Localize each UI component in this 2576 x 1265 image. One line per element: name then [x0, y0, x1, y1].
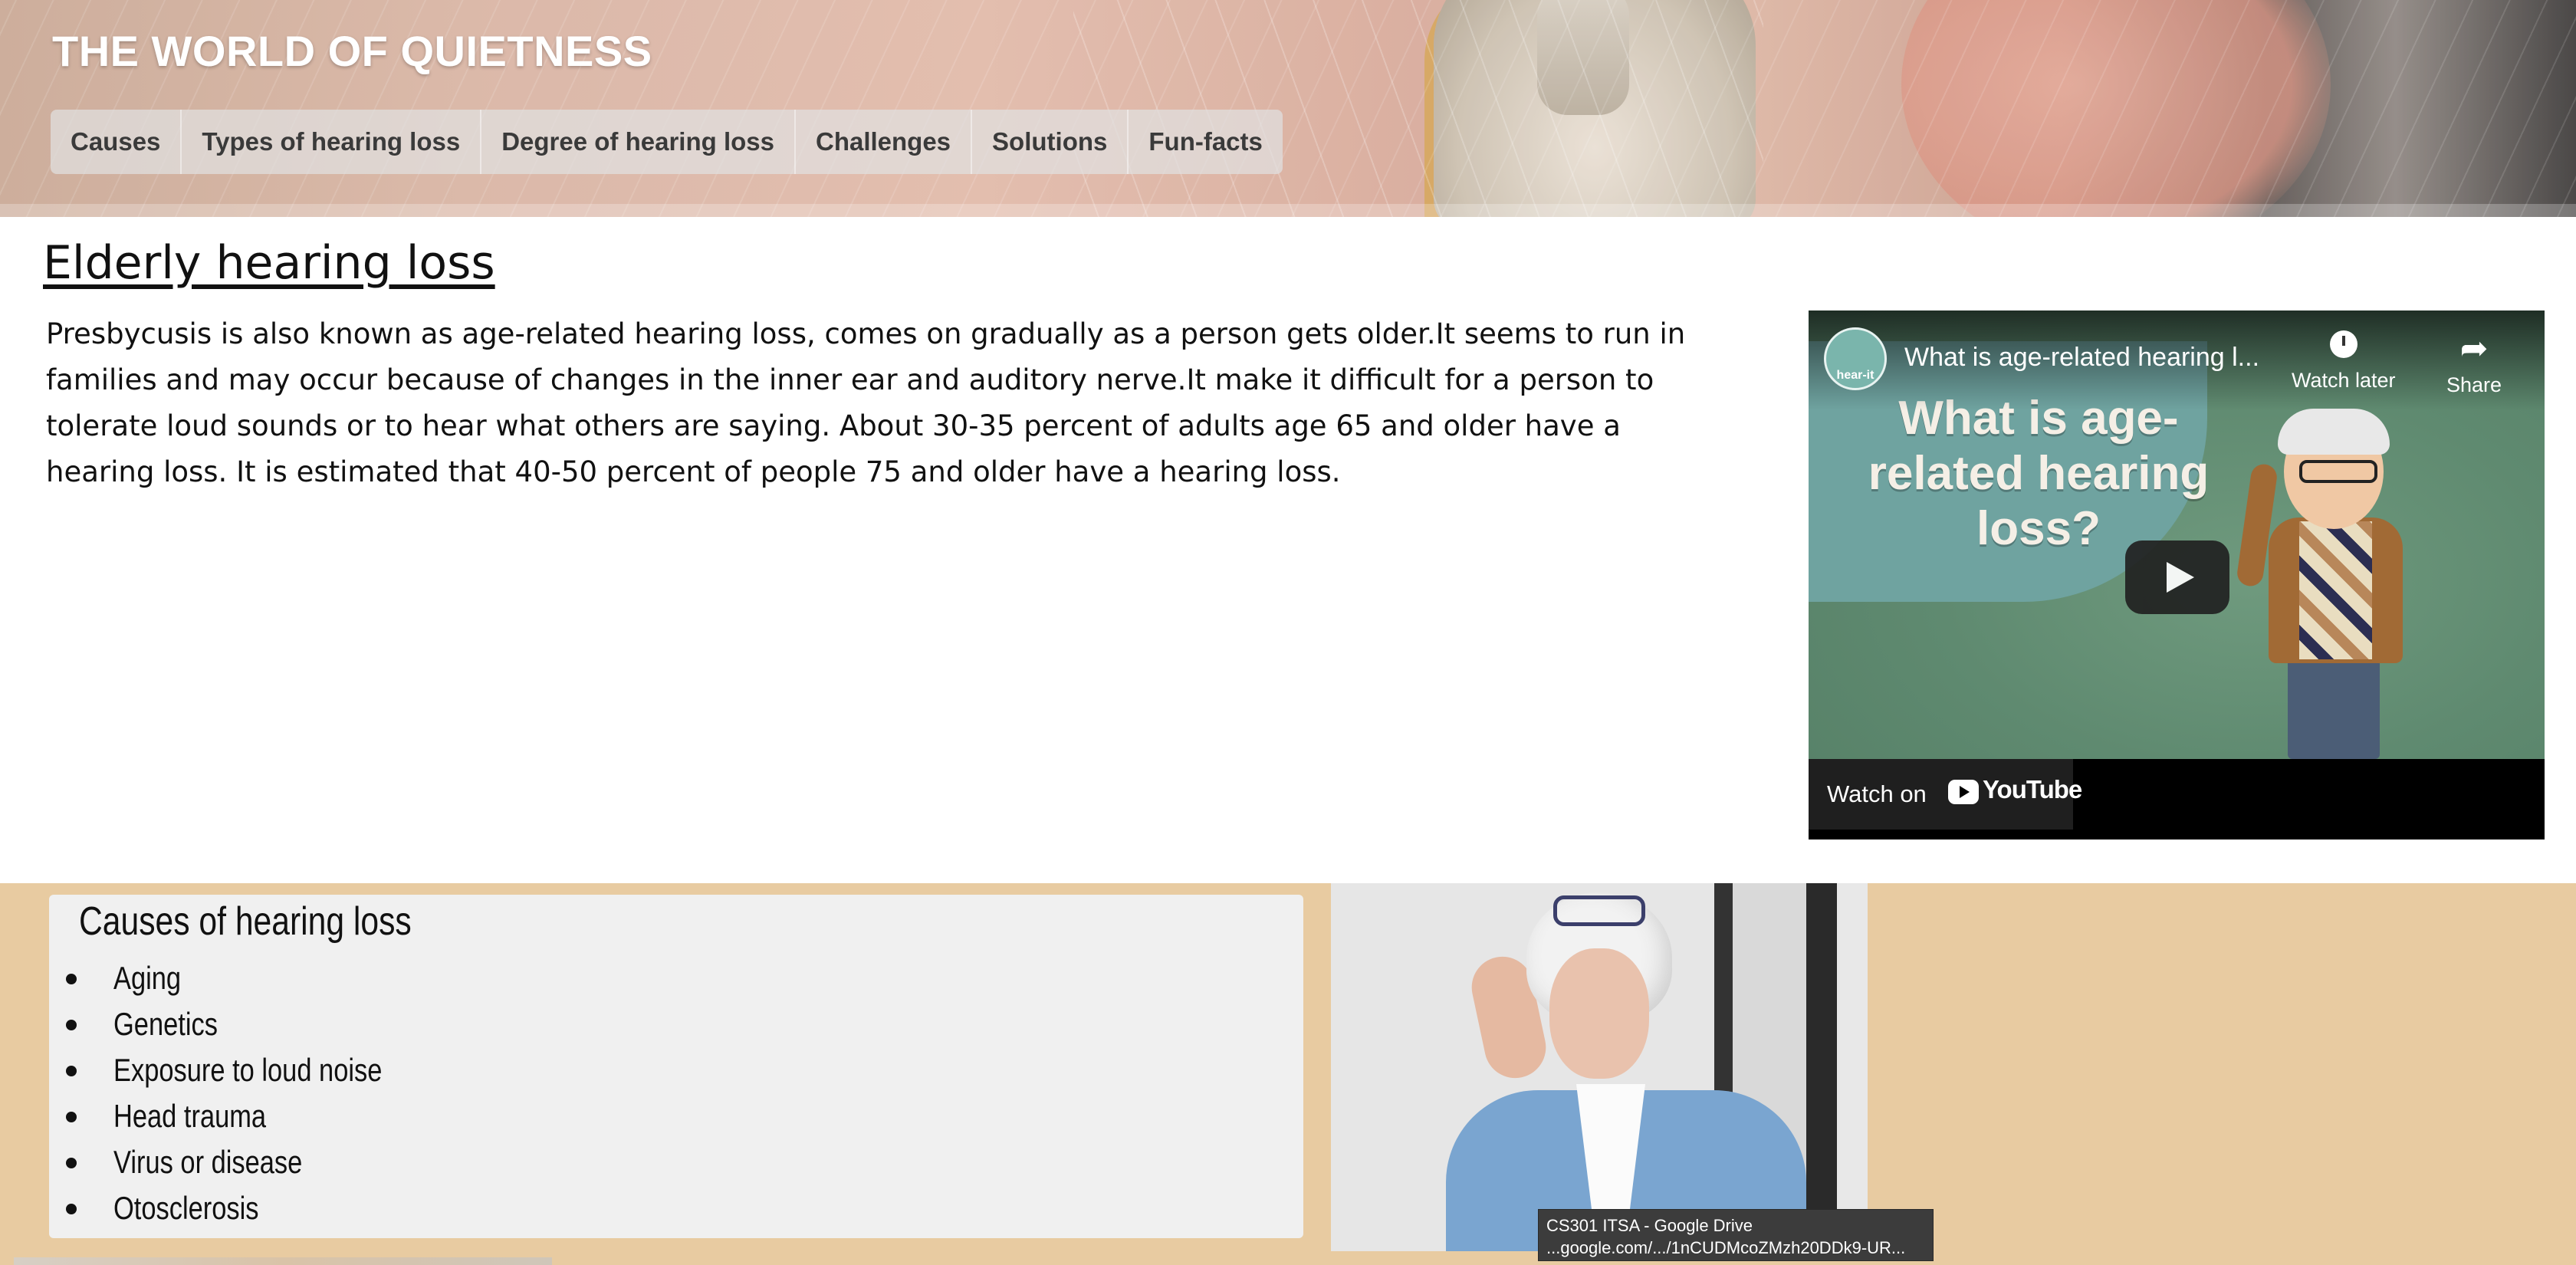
- youtube-play-icon: [1948, 780, 1979, 804]
- nav-causes[interactable]: Causes: [51, 110, 182, 174]
- causes-heading: Causes of hearing loss: [79, 899, 412, 944]
- cause-label: Exposure to loud noise: [113, 1052, 383, 1088]
- main-nav: Causes Types of hearing loss Degree of h…: [51, 110, 1283, 174]
- thumbnail-man-legs: [2288, 659, 2380, 759]
- thumbnail-man-hair: [2278, 409, 2390, 455]
- thumbnail-man-glasses: [2299, 460, 2377, 483]
- bullet-icon: [66, 1204, 77, 1214]
- youtube-wordmark: YouTube: [1983, 775, 2082, 803]
- thumbnail-man-vest: [2299, 521, 2372, 659]
- nav-challenges[interactable]: Challenges: [796, 110, 973, 174]
- bullet-icon: [66, 1158, 77, 1168]
- elderly-woman-photo: [1331, 883, 1868, 1251]
- intro-paragraph: Presbycusis is also known as age-related…: [46, 317, 1686, 488]
- header-bottom-strip: [0, 204, 2576, 217]
- photo-glasses: [1553, 895, 1645, 926]
- link-status-tooltip: CS301 ITSA - Google Drive ...google.com/…: [1538, 1209, 1934, 1261]
- watch-later-button[interactable]: Watch later: [2292, 330, 2396, 393]
- share-button[interactable]: ➦ Share: [2446, 330, 2502, 397]
- cause-label: Head trauma: [113, 1098, 267, 1134]
- bullet-icon: [66, 1112, 77, 1122]
- photo-face: [1549, 948, 1649, 1079]
- nav-fun-facts[interactable]: Fun-facts: [1129, 110, 1283, 174]
- video-title[interactable]: What is age-related hearing l...: [1904, 343, 2259, 373]
- next-section-image-edge: [14, 1257, 552, 1265]
- bullet-icon: [66, 1020, 77, 1030]
- tooltip-url: ...google.com/.../1nCUDMcoZMzh20DDk9-UR.…: [1546, 1238, 1906, 1257]
- channel-logo-text: hear-it: [1836, 369, 1875, 382]
- channel-logo[interactable]: hear-it: [1824, 327, 1887, 390]
- nav-degree-of-hearing-loss[interactable]: Degree of hearing loss: [481, 110, 796, 174]
- page-title: Elderly hearing loss: [43, 236, 495, 290]
- youtube-embed[interactable]: What is age-related hearing loss? hear-i…: [1809, 310, 2545, 840]
- bullet-icon: [66, 974, 77, 984]
- tooltip-title: CS301 ITSA - Google Drive: [1546, 1216, 1753, 1235]
- cause-label: Genetics: [113, 1006, 218, 1042]
- cause-label: Virus or disease: [113, 1144, 303, 1180]
- clock-icon: [2329, 330, 2358, 358]
- thumbnail-headline: What is age-related hearing loss?: [1868, 392, 2210, 555]
- share-icon: ➦: [2459, 330, 2489, 367]
- nav-types-of-hearing-loss[interactable]: Types of hearing loss: [182, 110, 482, 174]
- cause-label: Aging: [113, 960, 182, 996]
- play-button[interactable]: [2125, 540, 2229, 614]
- cause-label: Otosclerosis: [113, 1190, 259, 1226]
- watch-later-label: Watch later: [2292, 369, 2396, 392]
- bullet-icon: [66, 1066, 77, 1076]
- share-label: Share: [2446, 373, 2502, 396]
- nav-solutions[interactable]: Solutions: [972, 110, 1129, 174]
- watch-on-label: Watch on: [1827, 780, 1927, 807]
- site-title: THE WORLD OF QUIETNESS: [52, 27, 652, 75]
